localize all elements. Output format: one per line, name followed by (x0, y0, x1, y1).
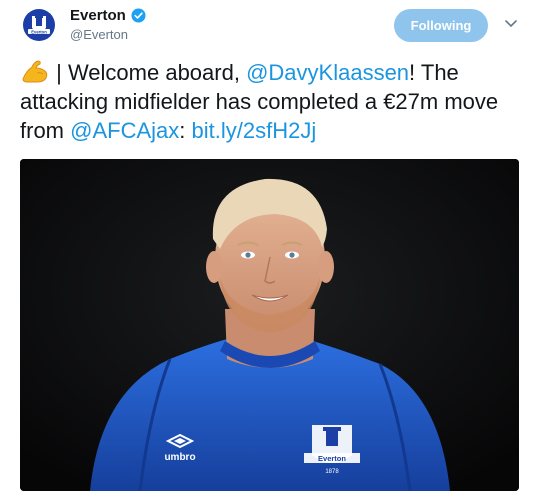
everton-crest-icon: Everton (23, 9, 55, 41)
account-name[interactable]: Everton (70, 7, 126, 24)
mention-afcajax-link[interactable]: @AFCAjax (70, 118, 179, 143)
tweet-text-part1: | Welcome aboard, (50, 60, 247, 85)
tweet-text-part3: : (179, 118, 192, 143)
account-handle[interactable]: @Everton (70, 27, 128, 42)
avatar-crest-text: Everton (31, 29, 47, 34)
name-row: Everton (70, 7, 146, 24)
mention-davyklaassen-link[interactable]: @DavyKlaassen (246, 60, 409, 85)
url-link[interactable]: bit.ly/2sfH2Jj (192, 118, 317, 143)
player-photo-illustration: umbro Everton 1878 (20, 159, 519, 491)
chevron-down-icon[interactable] (504, 19, 518, 29)
tweet-text: | Welcome aboard, @DavyKlaassen! The att… (20, 58, 525, 145)
verified-badge-icon (131, 8, 146, 23)
shirt-crest-year: 1878 (325, 469, 339, 475)
shirt-crest-text: Everton (318, 454, 346, 463)
avatar[interactable]: Everton (20, 6, 58, 44)
flexed-biceps-emoji-icon (22, 60, 48, 83)
umbro-logo-text: umbro (164, 452, 195, 463)
following-button[interactable]: Following (394, 9, 488, 42)
tweet-photo[interactable]: umbro Everton 1878 (20, 159, 519, 491)
